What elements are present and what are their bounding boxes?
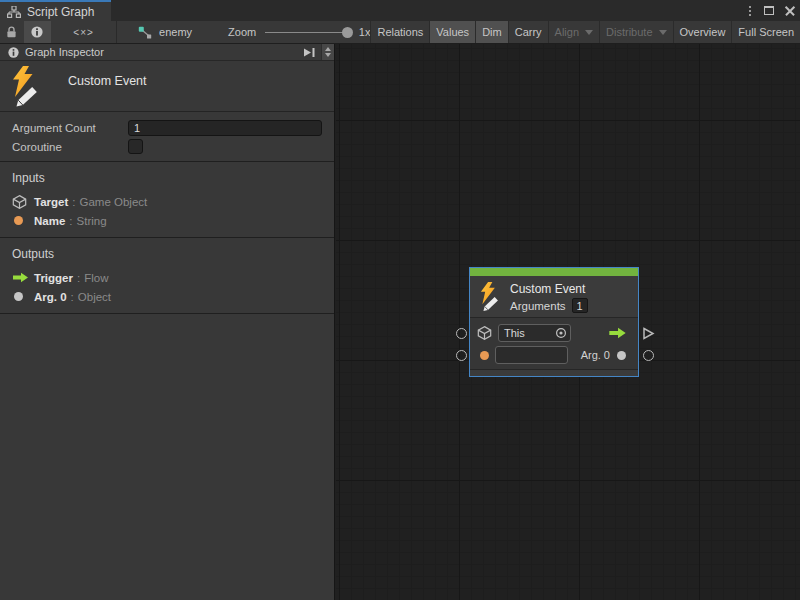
fullscreen-button[interactable]: Full Screen — [731, 21, 800, 43]
node-target-row: This — [477, 322, 631, 344]
flow-output-port-icon[interactable] — [607, 327, 628, 339]
node-body: This Arg. 0 — [470, 318, 638, 369]
node-arguments-label: Arguments — [510, 300, 566, 312]
graph-canvas[interactable]: Custom Event Arguments 1 This — [336, 44, 800, 600]
coroutine-checkbox[interactable] — [128, 139, 143, 154]
tab-title: Script Graph — [27, 5, 94, 19]
inputs-title: Inputs — [12, 171, 334, 185]
outputs-section: Outputs Trigger : Flow Arg. 0 : Object — [0, 238, 334, 314]
node-target-dropdown[interactable]: This — [498, 324, 571, 342]
output-row-arg0: Arg. 0 : Object — [0, 287, 334, 306]
zoom-value: 1x — [359, 26, 371, 38]
graph-toolbar: <×> enemy Zoom 1x Relations Values Dim C… — [0, 21, 800, 44]
kebab-menu-icon[interactable] — [747, 4, 753, 18]
titlebar: Script Graph — [0, 0, 800, 21]
graph-inspector-title: Graph Inspector — [25, 46, 104, 58]
info-button[interactable] — [24, 21, 52, 43]
argument-count-row: Argument Count — [0, 118, 334, 137]
toolbar-buttons: Relations Values Dim Carry Align Distrib… — [370, 21, 800, 43]
custom-event-icon — [11, 66, 39, 108]
custom-event-node[interactable]: Custom Event Arguments 1 This — [469, 267, 639, 377]
maximize-icon[interactable] — [764, 6, 774, 15]
graph-inspector-header: Graph Inspector — [0, 44, 334, 61]
input-port-target[interactable] — [456, 328, 467, 339]
flow-arrow-icon — [12, 272, 29, 283]
node-footer — [470, 370, 638, 376]
lock-button[interactable] — [0, 21, 24, 43]
node-name-input[interactable] — [495, 346, 568, 364]
zoom-slider-handle[interactable] — [342, 27, 353, 38]
relations-button[interactable]: Relations — [370, 21, 429, 43]
window-controls — [747, 0, 795, 21]
argument-count-input[interactable] — [128, 120, 322, 136]
node-accent-strip — [470, 268, 638, 276]
zoom-slider[interactable] — [265, 21, 350, 43]
object-port-icon — [14, 292, 23, 301]
coroutine-label: Coroutine — [12, 141, 128, 153]
unity-script-graph-window: Script Graph <×> — [0, 0, 800, 600]
code-icon: <×> — [73, 27, 94, 38]
event-title: Custom Event — [68, 74, 147, 111]
overview-button[interactable]: Overview — [673, 21, 732, 43]
output-port-trigger[interactable] — [642, 327, 655, 340]
event-fields: Argument Count Coroutine — [0, 112, 334, 162]
lock-icon — [6, 26, 17, 38]
breadcrumb-label: enemy — [159, 26, 192, 38]
output-port-arg0[interactable] — [643, 350, 654, 361]
scroll-up-icon — [325, 47, 331, 51]
node-title: Custom Event — [510, 281, 588, 297]
game-object-cube-icon — [12, 194, 27, 210]
script-graph-icon — [7, 6, 21, 18]
argument-count-label: Argument Count — [12, 122, 128, 134]
carry-button[interactable]: Carry — [508, 21, 548, 43]
input-row-target: Target : Game Object — [0, 192, 334, 211]
object-output-port-icon[interactable] — [617, 351, 626, 360]
zoom-label: Zoom — [228, 26, 256, 38]
node-arg0-label: Arg. 0 — [581, 349, 610, 361]
distribute-button[interactable]: Distribute — [599, 21, 672, 43]
input-row-name: Name : String — [0, 211, 334, 230]
graph-breadcrumb-icon — [138, 26, 152, 39]
output-row-trigger: Trigger : Flow — [0, 268, 334, 287]
inputs-section: Inputs Target : Game Object Name : Strin… — [0, 162, 334, 238]
node-arguments-value: 1 — [572, 298, 588, 313]
breadcrumb[interactable]: enemy — [117, 21, 192, 43]
input-port-name[interactable] — [456, 350, 467, 361]
close-icon[interactable] — [785, 6, 795, 16]
graph-inspector-panel: Graph Inspector — [0, 44, 335, 600]
values-button[interactable]: Values — [429, 21, 475, 43]
outputs-title: Outputs — [12, 247, 334, 261]
zoom-slider-track — [265, 32, 350, 33]
coroutine-row: Coroutine — [0, 137, 334, 156]
target-picker-icon[interactable] — [555, 327, 567, 339]
chevron-down-icon — [585, 30, 593, 35]
string-port-icon[interactable] — [480, 351, 489, 360]
chevron-down-icon — [659, 30, 667, 35]
event-header: Custom Event — [0, 61, 334, 112]
info-icon — [31, 26, 43, 38]
code-preview-button[interactable]: <×> — [51, 21, 116, 43]
dock-panel-button[interactable] — [297, 44, 321, 60]
dock-icon — [302, 47, 316, 58]
panel-scroll-arrows[interactable] — [321, 44, 334, 60]
node-name-row: Arg. 0 — [477, 344, 631, 366]
info-icon — [8, 47, 19, 58]
custom-event-icon — [479, 282, 500, 312]
tab-script-graph[interactable]: Script Graph — [0, 0, 111, 21]
game-object-cube-icon — [477, 325, 492, 341]
align-button[interactable]: Align — [548, 21, 599, 43]
dim-button[interactable]: Dim — [475, 21, 508, 43]
string-port-icon — [14, 216, 23, 225]
scroll-down-icon — [325, 53, 331, 57]
node-header[interactable]: Custom Event Arguments 1 — [470, 276, 638, 317]
